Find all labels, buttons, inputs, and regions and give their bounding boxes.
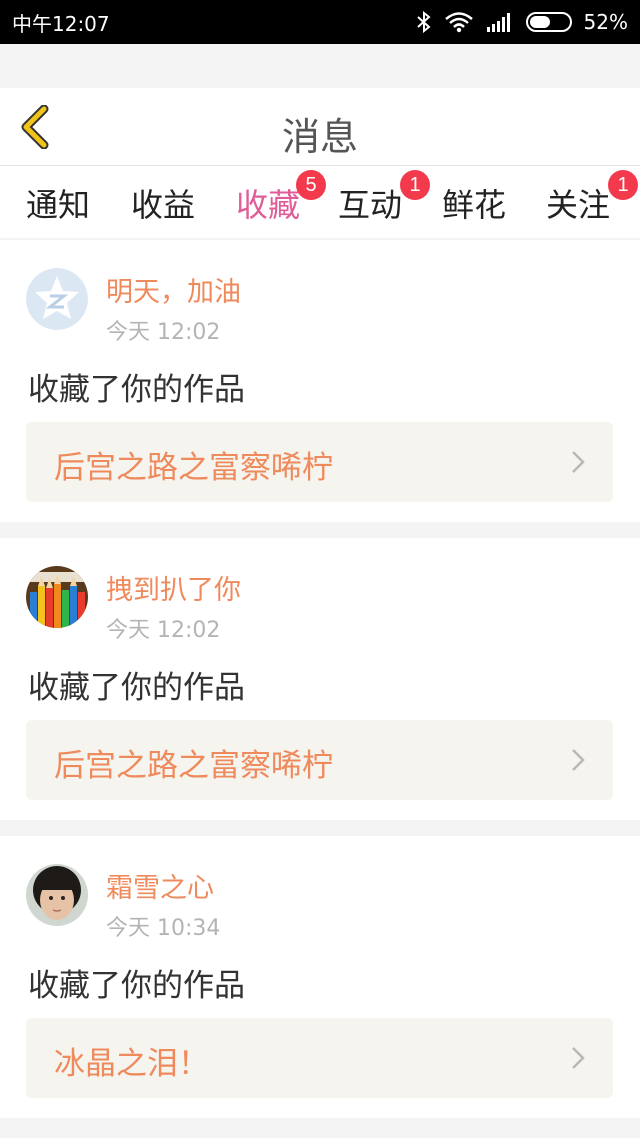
avatar[interactable] bbox=[26, 268, 88, 330]
tab-label: 互动 bbox=[338, 186, 403, 224]
default-star-avatar-icon bbox=[26, 268, 88, 330]
tab-follows[interactable]: 关注 1 bbox=[546, 170, 638, 226]
tab-flowers[interactable]: 鲜花 bbox=[442, 180, 506, 226]
message-action: 收藏了你的作品 bbox=[28, 968, 245, 1004]
tab-badge: 1 bbox=[400, 170, 430, 200]
tab-label: 鲜花 bbox=[442, 186, 507, 224]
status-icons: 52% bbox=[416, 10, 628, 34]
battery-icon bbox=[525, 12, 572, 32]
tab-interactions[interactable]: 互动 1 bbox=[338, 170, 430, 226]
battery-percent: 52% bbox=[583, 10, 628, 34]
colored-pencils-avatar-icon bbox=[26, 566, 88, 628]
chevron-right-icon bbox=[572, 451, 585, 473]
tab-label: 通知 bbox=[26, 186, 91, 224]
wifi-icon bbox=[444, 11, 474, 33]
status-bar: 中午12:07 52% bbox=[0, 0, 640, 44]
message-card: 霜雪之心 今天 10:34 收藏了你的作品 冰晶之泪！ bbox=[0, 836, 640, 1118]
tab-label: 收藏 bbox=[236, 186, 301, 224]
tab-badge: 1 bbox=[608, 170, 638, 200]
username[interactable]: 拽到扒了你 bbox=[106, 568, 241, 607]
message-card: 明天，加油 今天 12:02 收藏了你的作品 后宫之路之富察唏柠 bbox=[0, 240, 640, 522]
work-link[interactable]: 后宫之路之富察唏柠 bbox=[26, 720, 613, 800]
chevron-right-icon bbox=[572, 749, 585, 771]
tab-bar: 通知 收益 收藏 5 互动 1 鲜花 关注 1 bbox=[0, 166, 640, 244]
tab-earnings[interactable]: 收益 bbox=[131, 180, 195, 226]
tab-notifications[interactable]: 通知 bbox=[26, 180, 90, 226]
message-time: 今天 12:02 bbox=[106, 320, 221, 345]
tab-badge: 5 bbox=[296, 170, 326, 200]
bluetooth-icon bbox=[416, 11, 432, 33]
header: 消息 bbox=[0, 88, 640, 166]
work-link[interactable]: 后宫之路之富察唏柠 bbox=[26, 422, 613, 502]
work-link[interactable]: 冰晶之泪！ bbox=[26, 1018, 613, 1098]
work-title: 后宫之路之富察唏柠 bbox=[54, 450, 333, 486]
message-action: 收藏了你的作品 bbox=[28, 372, 245, 408]
message-time: 今天 12:02 bbox=[106, 618, 221, 643]
signal-icon bbox=[486, 12, 514, 32]
message-card: 拽到扒了你 今天 12:02 收藏了你的作品 后宫之路之富察唏柠 bbox=[0, 538, 640, 820]
avatar[interactable] bbox=[26, 566, 88, 628]
message-action: 收藏了你的作品 bbox=[28, 670, 245, 706]
chevron-right-icon bbox=[572, 1047, 585, 1069]
page-title: 消息 bbox=[281, 115, 358, 159]
child-photo-avatar-icon bbox=[26, 864, 88, 926]
tab-favorites[interactable]: 收藏 5 bbox=[236, 170, 326, 244]
username[interactable]: 明天，加油 bbox=[106, 270, 241, 309]
status-time: 中午12:07 bbox=[12, 11, 110, 36]
message-time: 今天 10:34 bbox=[106, 916, 221, 941]
tab-label: 关注 bbox=[546, 186, 611, 224]
avatar[interactable] bbox=[26, 864, 88, 926]
username[interactable]: 霜雪之心 bbox=[106, 866, 214, 905]
work-title: 后宫之路之富察唏柠 bbox=[54, 748, 333, 784]
tab-label: 收益 bbox=[131, 186, 196, 224]
work-title: 冰晶之泪！ bbox=[54, 1046, 209, 1082]
